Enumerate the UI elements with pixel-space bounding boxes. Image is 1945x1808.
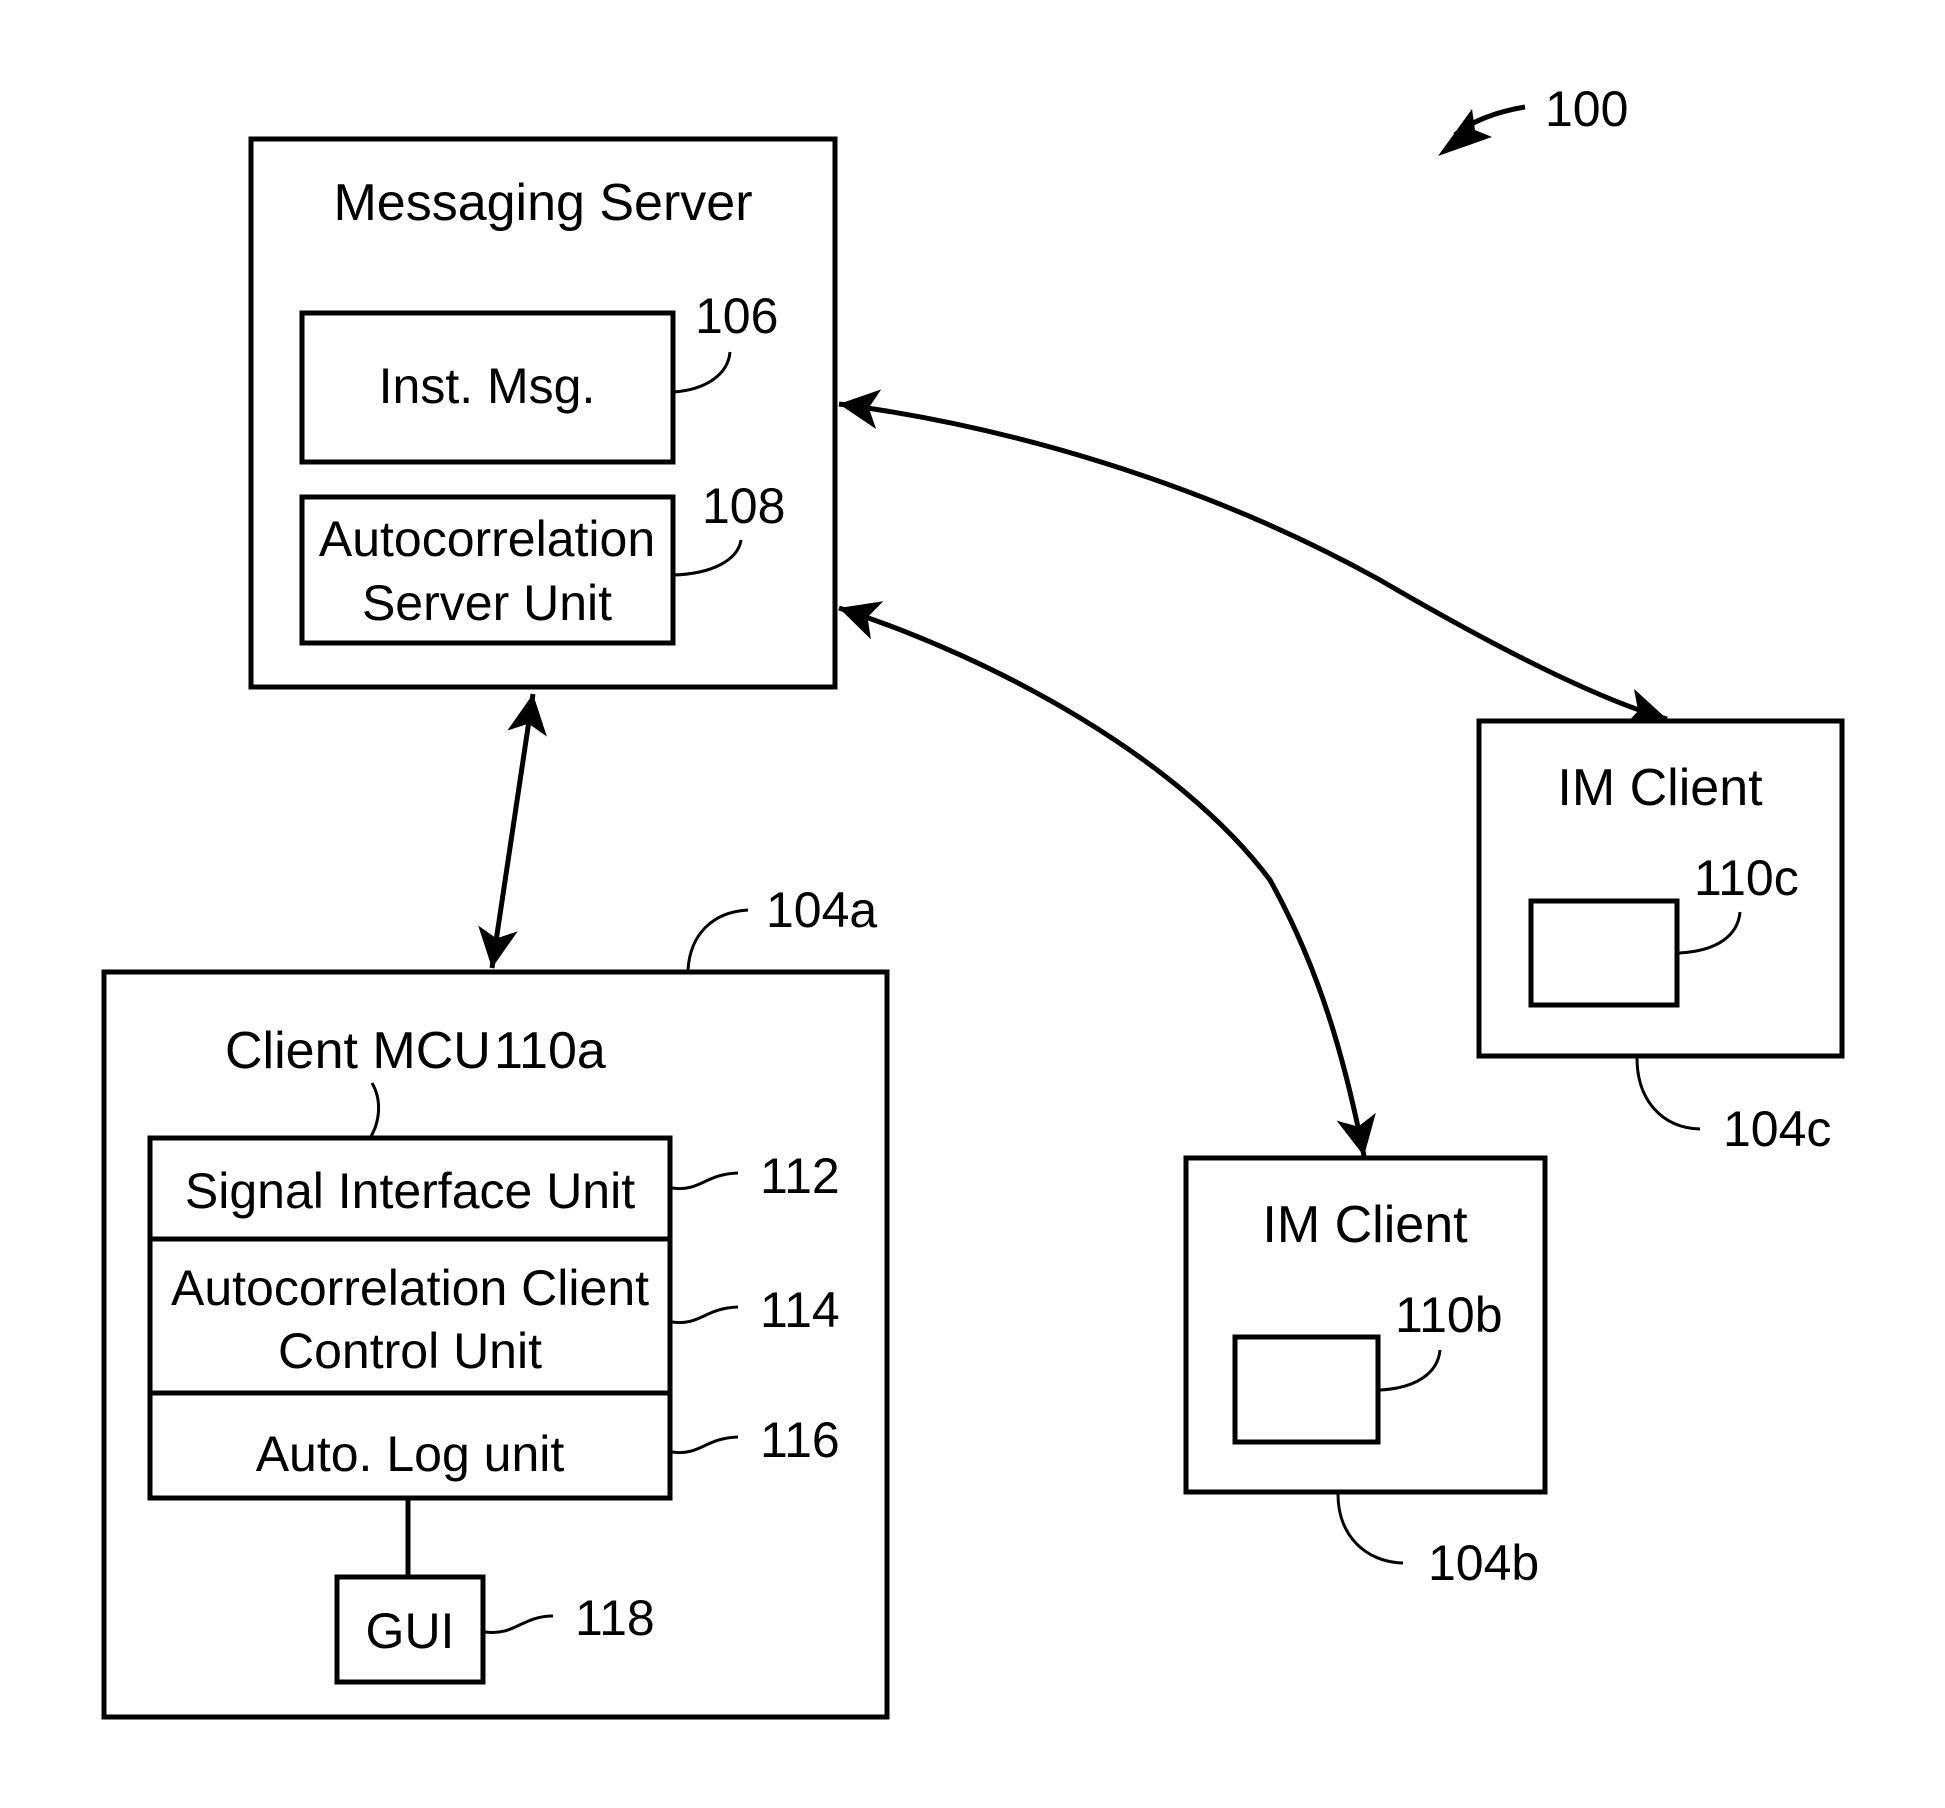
- client-b: IM Client 110b 104b: [1183, 1155, 1548, 1591]
- client-b-ref: 104b: [1428, 1535, 1539, 1591]
- client-c-ref: 104c: [1723, 1101, 1831, 1157]
- client-c-inner-box: [1528, 898, 1680, 1008]
- autocorrelation-server-unit-line2: Server Unit: [362, 575, 612, 631]
- auto-log-unit-ref: 116: [760, 1412, 840, 1468]
- gui-ref: 118: [575, 1590, 655, 1646]
- signal-interface-unit-ref: 112: [760, 1148, 840, 1204]
- connection-server-client-a: [478, 693, 547, 969]
- client-b-ref-leader: [1336, 1493, 1404, 1565]
- client-mcu-ref: 110a: [494, 1022, 606, 1080]
- system-diagram: 100 Messaging Server Inst. Msg. 106 Auto…: [101, 81, 1845, 1720]
- client-a: 104a Client MCU 110a Signal Interface Un…: [101, 882, 890, 1720]
- signal-interface-unit-label: Signal Interface Unit: [185, 1163, 635, 1219]
- autocorrelation-server-unit-line1: Autocorrelation: [319, 511, 655, 567]
- messaging-server-title: Messaging Server: [333, 174, 752, 232]
- auto-log-unit-label: Auto. Log unit: [256, 1426, 565, 1482]
- client-b-title: IM Client: [1262, 1196, 1468, 1254]
- inst-msg-label: Inst. Msg.: [379, 358, 596, 414]
- client-c-title: IM Client: [1557, 759, 1763, 817]
- autocorrelation-server-unit-ref: 108: [702, 478, 785, 534]
- client-a-ref: 104a: [766, 882, 877, 938]
- inst-msg-ref: 106: [695, 288, 778, 344]
- figure-reference-label: 100: [1545, 81, 1628, 137]
- gui-label: GUI: [366, 1603, 455, 1659]
- messaging-server: Messaging Server Inst. Msg. 106 Autocorr…: [248, 136, 838, 690]
- client-c-ref-leader: [1635, 1057, 1701, 1131]
- client-b-inner-box: [1232, 1334, 1381, 1445]
- client-c-inner-ref: 110c: [1694, 850, 1799, 906]
- client-b-inner-ref: 110b: [1395, 1287, 1503, 1343]
- connection-server-client-b: [838, 601, 1376, 1157]
- autocorrelation-client-control-unit-line1: Autocorrelation Client: [171, 1260, 649, 1316]
- connection-server-client-c: [838, 389, 1668, 728]
- client-a-ref-leader: [686, 908, 749, 971]
- client-c: IM Client 110c 104c: [1476, 718, 1845, 1157]
- client-mcu-label: Client MCU: [225, 1022, 491, 1080]
- autocorrelation-client-control-unit-line2: Control Unit: [278, 1323, 542, 1379]
- autocorrelation-client-control-unit-ref: 114: [760, 1282, 840, 1338]
- figure-reference: 100: [1438, 81, 1628, 156]
